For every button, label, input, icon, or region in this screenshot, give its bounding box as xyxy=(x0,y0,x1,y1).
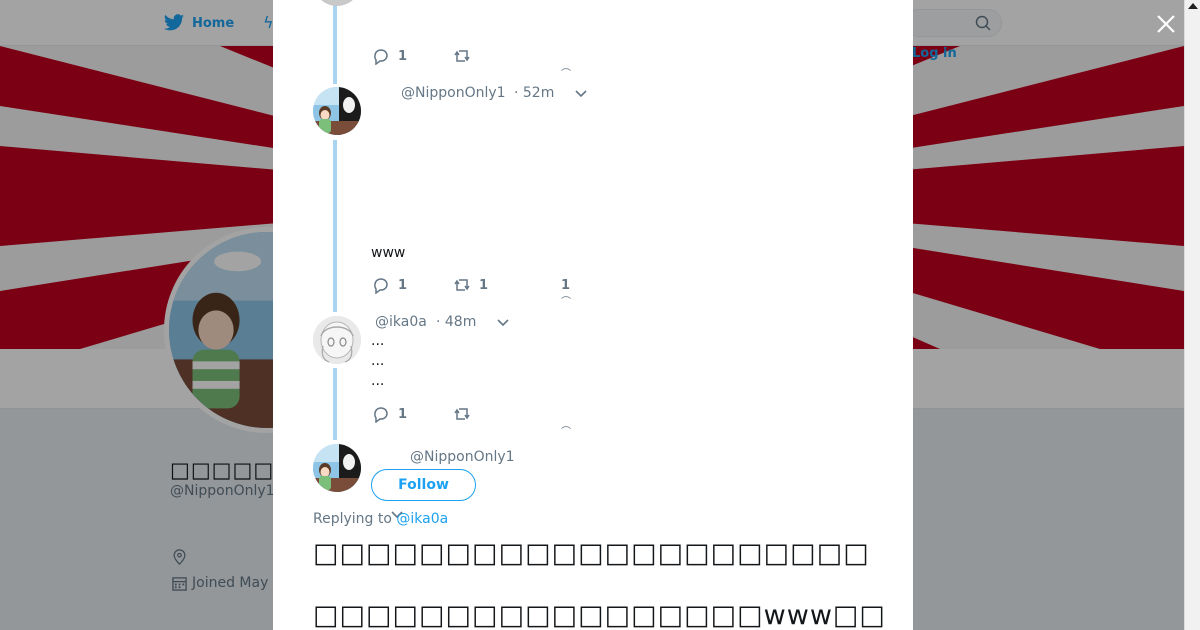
avatar[interactable] xyxy=(313,0,361,6)
tweet-text-line: ... xyxy=(371,333,385,349)
tweet-timestamp[interactable]: · 52m xyxy=(514,85,554,101)
tweet-modal: 1 ⌒ @NipponOnly1 · 52m www 1 1 1 ⌒ @ika0… xyxy=(273,0,913,630)
reply-button[interactable]: 1 xyxy=(372,276,407,294)
thread-connector xyxy=(333,140,337,312)
retweet-button[interactable]: 1 xyxy=(453,276,488,294)
tweet-text: www xyxy=(371,245,406,261)
retweet-count: 1 xyxy=(479,277,489,293)
retweet-button[interactable] xyxy=(453,47,471,65)
reply-count: 1 xyxy=(398,277,408,293)
chevron-down-icon[interactable] xyxy=(496,318,510,328)
scroll-up-arrow[interactable] xyxy=(1188,3,1198,9)
follow-button[interactable]: Follow xyxy=(371,469,476,501)
avatar-ika0a[interactable] xyxy=(313,316,361,364)
close-icon[interactable] xyxy=(1154,12,1178,36)
tweet-handle[interactable]: @NipponOnly1 xyxy=(401,85,506,101)
avatar-nipponly1[interactable] xyxy=(313,87,361,135)
retweet-icon xyxy=(454,408,470,420)
page-scrollbar[interactable] xyxy=(1184,0,1200,630)
more-indicator: ⌒ xyxy=(561,427,571,438)
replying-prefix: Replying to xyxy=(313,511,392,527)
retweet-icon xyxy=(454,50,470,62)
reply-count: 1 xyxy=(398,48,408,64)
replying-handle-link[interactable]: @ika0a xyxy=(396,511,448,527)
tweet-handle[interactable]: @NipponOnly1 xyxy=(410,449,515,465)
reply-count: 1 xyxy=(398,406,408,422)
reply-icon xyxy=(374,407,388,423)
chevron-down-icon[interactable] xyxy=(574,89,588,99)
tweet-timestamp[interactable]: · 48m xyxy=(436,314,476,330)
thread-connector xyxy=(333,0,337,84)
tweet-handle[interactable]: @ika0a xyxy=(375,314,427,330)
main-tweet-text-line: □□□□□□□□□□□□□□□□□www□□ xyxy=(313,600,886,630)
more-indicator: ⌒ xyxy=(561,297,571,308)
reply-icon xyxy=(374,49,388,65)
reply-button[interactable]: 1 xyxy=(372,47,407,65)
like-count[interactable]: 1 xyxy=(561,278,570,293)
avatar-nipponly1[interactable] xyxy=(313,444,361,492)
reply-button[interactable]: 1 xyxy=(372,405,407,423)
reply-icon xyxy=(374,278,388,294)
retweet-button[interactable] xyxy=(453,405,471,423)
tweet-text-line: ... xyxy=(371,373,385,389)
replying-to: Replying to @ika0a xyxy=(313,511,448,527)
tweet-text-line: ... xyxy=(371,353,385,369)
retweet-icon xyxy=(454,279,470,291)
main-tweet-text-line: □□□□□□□□□□□□□□□□□□□□□ xyxy=(313,538,870,569)
more-indicator: ⌒ xyxy=(561,69,571,80)
thread-connector xyxy=(333,368,337,440)
